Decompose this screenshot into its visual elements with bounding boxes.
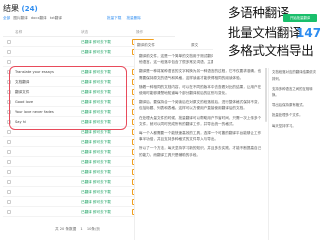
row-status: 已翻译 即可去下载	[81, 170, 111, 174]
row-checkbox[interactable]	[7, 190, 11, 194]
source-preview-panel: 翻译前文件 原文 翻译前文件，这是一个简单的文档用于测试翻译效果，可以通过文字转…	[134, 40, 269, 240]
row-checkbox[interactable]	[7, 50, 11, 54]
row-checkbox[interactable]	[7, 180, 11, 184]
row-checkbox[interactable]	[7, 160, 11, 164]
row-checkbox[interactable]	[7, 200, 11, 204]
row-status: 已翻译 即可去下载	[81, 180, 111, 184]
page-title-text: 结果	[3, 4, 19, 13]
table-header: 名称 状态 操作	[3, 27, 175, 37]
pagination: 共 20 条数据 1 10条/页	[55, 227, 103, 232]
translated-paragraph: 支持多种语言之间的互相转换。	[272, 86, 313, 98]
result-count: (24)	[21, 5, 38, 13]
row-checkbox[interactable]	[7, 100, 11, 104]
row-name: 翻译文件	[15, 90, 30, 94]
row-checkbox[interactable]	[7, 170, 11, 174]
row-checkbox[interactable]	[7, 80, 11, 84]
filter-image[interactable]: 图片翻译	[13, 16, 27, 21]
batch-actions: 批量下载 批量删除	[107, 16, 145, 21]
row-checkbox[interactable]	[7, 140, 11, 144]
source-paragraph: 每一个人都需要一个能快速高效的工具，选择一个可靠的翻译平台能够让工作事半功倍，并…	[139, 131, 262, 142]
row-status: 已翻译 即可去下载	[81, 190, 111, 194]
screen: 结果 (24) 全部 图片翻译 docx翻译 txt翻译 批量下载 批量删除 名…	[0, 0, 320, 240]
row-checkbox[interactable]	[7, 90, 11, 94]
row-status: 已翻译 即可去下载	[81, 90, 111, 94]
source-paragraph: 翻译后，要保持合一个阅读后在对原文的段落前后，进行整体格式保持不变，包括标题、列…	[139, 100, 262, 111]
row-status: 已翻译 即可去下载	[81, 40, 111, 44]
filter-docx[interactable]: docx翻译	[31, 16, 47, 21]
promo-line-2: 批量文档翻译	[228, 25, 302, 40]
translated-paragraph: 批量处理多个文件。	[272, 113, 303, 118]
row-checkbox[interactable]	[7, 210, 11, 214]
page-title: 结果 (24)	[3, 3, 38, 14]
row-status: 已翻译 即可去下载	[81, 130, 111, 134]
row-checkbox[interactable]	[7, 130, 11, 134]
pager-page[interactable]: 1	[80, 227, 82, 231]
batch-download-link[interactable]: 批量下载	[107, 16, 121, 20]
pager-size-select[interactable]: 10条/页	[87, 227, 100, 231]
row-name: 文档翻译	[15, 80, 30, 84]
row-status: 已翻译 即可去下载	[81, 150, 111, 154]
row-status: 已翻译 即可去下载	[81, 210, 111, 214]
row-status: 已翻译 即可去下载	[81, 50, 111, 54]
translated-paragraph: 文档段落对应的翻译结果依次排列。	[272, 70, 317, 81]
translated-paragraph: 每天坚持学习。	[272, 123, 296, 128]
row-checkbox[interactable]	[7, 60, 11, 64]
source-panel-title: 翻译前文件	[137, 43, 155, 47]
promo-line-3: 多格式文档导出	[228, 43, 314, 58]
row-checkbox[interactable]	[7, 110, 11, 114]
translated-preview-panel: 中间翻译后 文件 内容翻译后会显示在这里，方便用户进行对比查看。文档段落对应的翻…	[270, 40, 319, 240]
source-panel-subtitle: 原文	[191, 43, 199, 47]
source-paragraph: 在处理大量文件的时候，批量翻译可以帮助用户节省时间，只需一次上传多个文件，就可以…	[139, 115, 262, 126]
batch-delete-link[interactable]: 批量删除	[127, 16, 141, 20]
row-status: 已翻译 即可去下载	[81, 140, 111, 144]
row-status: 已翻译 即可去下载	[81, 200, 111, 204]
translated-paragraph: 导出后保持原有格式。	[272, 103, 306, 108]
row-checkbox[interactable]	[7, 120, 11, 124]
row-name: Say hi	[15, 120, 27, 124]
col-op: 操作	[136, 30, 144, 34]
big-number: 147	[296, 26, 320, 40]
row-status: 已翻译 即可去下载	[81, 100, 111, 104]
row-checkbox[interactable]	[7, 40, 11, 44]
row-status: 已翻译 即可去下载	[81, 160, 111, 164]
source-paragraph: 随着一种相同的文档内容，可以在不同的版本中去查看对比的结果，让用户在使用时能够清…	[139, 84, 262, 96]
filter-txt[interactable]: txt翻译	[50, 16, 62, 21]
source-paragraph: 所以了一个方法，每天坚持学习新的知识，并且多去实践，才能不断提高自己的能力，而翻…	[139, 146, 262, 157]
row-status: 已翻译 即可去下载	[81, 70, 111, 74]
row-checkbox[interactable]	[7, 70, 11, 74]
row-status: 已翻译 即可去下载	[81, 110, 111, 114]
source-paragraph: 翻译是一种将某种语言的文字转换为另一种语言的过程，它不仅要求准确，也需要保持原文…	[139, 69, 262, 80]
filter-all[interactable]: 全部	[3, 16, 10, 21]
pager-total: 共 20 条数据	[55, 227, 77, 231]
row-name: Your love never fades	[15, 110, 54, 114]
row-name: Translate your essays	[15, 70, 54, 74]
row-status: 已翻译 即可去下载	[81, 80, 111, 84]
col-name: 名称	[15, 30, 23, 34]
row-checkbox[interactable]	[7, 150, 11, 154]
promo-line-1: 多语种翻译	[228, 5, 290, 20]
row-name: Good love	[15, 100, 34, 104]
row-status: 已翻译 即可去下载	[81, 120, 111, 124]
col-status: 状态	[81, 30, 89, 34]
start-translate-button[interactable]: 开始批量翻译	[283, 14, 317, 22]
